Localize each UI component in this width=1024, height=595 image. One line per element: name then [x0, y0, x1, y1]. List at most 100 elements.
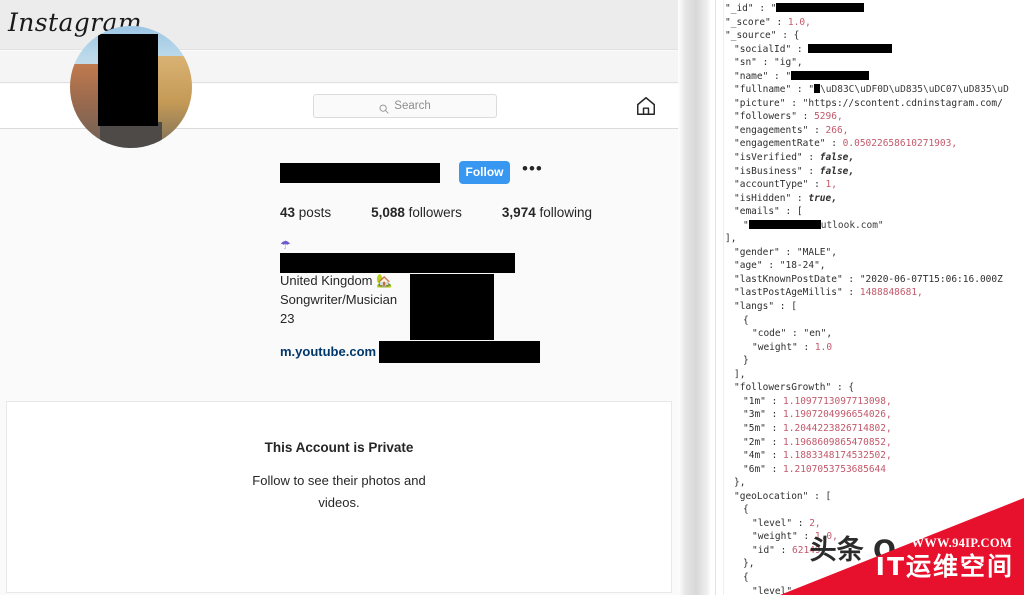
json-line: " utlook.com"	[711, 219, 1024, 233]
json-line: "geoLocation" : [	[711, 490, 1024, 504]
json-token: "2m" :	[743, 436, 784, 448]
search-input[interactable]: Search	[313, 94, 497, 118]
json-token: "_source" : {	[725, 30, 800, 42]
json-line: "socialId" :	[711, 43, 1024, 57]
json-token: 1.0,	[787, 16, 811, 28]
username-redaction-bar	[280, 163, 440, 183]
json-line: "4m" : 1.1883348174532502,	[711, 449, 1024, 463]
bio-redaction-bar-2	[410, 274, 494, 340]
avatar[interactable]	[70, 26, 192, 148]
browser-window: Instagram Search Follow ••• 43 posts 5,0…	[0, 0, 678, 595]
json-token: {	[743, 504, 749, 516]
json-token: ],	[734, 368, 746, 380]
home-icon[interactable]	[635, 95, 657, 117]
json-line: },	[711, 557, 1024, 571]
json-token: "langs" : [	[734, 301, 797, 313]
json-token: 266,	[825, 124, 849, 136]
profile-bio: ☂ United Kingdom 🏡 Songwriter/Musician 2…	[280, 236, 397, 328]
stat-posts-label: posts	[298, 205, 332, 220]
json-line: "emails" : [	[711, 205, 1024, 219]
json-line: "gender" : "MALE",	[711, 246, 1024, 260]
json-token: },	[743, 558, 755, 570]
json-line: ],	[711, 368, 1024, 382]
json-token: "emails" : [	[734, 206, 803, 218]
json-token: 2,	[809, 517, 821, 529]
json-token: "age" : "18-24",	[734, 260, 826, 272]
stat-following[interactable]: 3,974 following	[502, 205, 592, 220]
json-token: "isBusiness" :	[734, 165, 820, 177]
json-token: "weight" :	[752, 531, 815, 543]
json-token: 62149	[792, 544, 821, 556]
json-line: "level" : 2,	[711, 585, 1024, 595]
json-line: ],	[711, 232, 1024, 246]
json-line: "isVerified" : false,	[711, 151, 1024, 165]
json-line: "_id" : "	[711, 2, 1024, 16]
bio-external-link[interactable]: m.youtube.com	[280, 344, 376, 359]
json-line: "isHidden" : true,	[711, 192, 1024, 206]
json-token: "lastKnownPostDate" : "2020-06-07T15:06:…	[734, 273, 1003, 285]
json-response-panel[interactable]: "_id" : " "_score" : 1.0, "_source" : {"so…	[711, 0, 1024, 595]
json-token: "4m" :	[743, 450, 784, 462]
bio-emoji: ☂	[280, 238, 291, 252]
follow-button[interactable]: Follow	[459, 161, 510, 184]
json-line: "engagements" : 266,	[711, 124, 1024, 138]
private-account-subtitle: Follow to see their photos and videos.	[252, 473, 426, 510]
json-token: "code" : "en",	[752, 328, 833, 340]
profile-stats: 43 posts 5,088 followers 3,974 following	[280, 205, 592, 220]
json-token: "sn" : "ig",	[734, 57, 803, 69]
json-token: "6m" :	[743, 463, 784, 475]
json-line: "accountType" : 1,	[711, 178, 1024, 192]
json-token: "engagements" :	[734, 124, 826, 136]
stat-followers[interactable]: 5,088 followers	[371, 205, 462, 220]
json-line: "3m" : 1.1907204996654026,	[711, 408, 1024, 422]
bio-redaction-bar-3	[379, 341, 540, 363]
json-token: "weight" :	[752, 341, 815, 353]
json-token: "id" :	[752, 544, 793, 556]
json-line: {	[711, 571, 1024, 585]
json-line: },	[711, 476, 1024, 490]
json-token: "5m" :	[743, 422, 784, 434]
json-line: "6m" : 1.2107053753685644	[711, 463, 1024, 477]
json-token: "picture" : "https://scontent.cdninstagr…	[734, 97, 1003, 109]
json-token: "_id" : "	[725, 3, 777, 14]
stat-posts[interactable]: 43 posts	[280, 205, 331, 220]
json-line: "5m" : 1.2044223826714802,	[711, 422, 1024, 436]
json-token: {	[743, 571, 749, 583]
json-token: "isVerified" :	[734, 152, 820, 164]
json-token: 1,	[825, 179, 837, 191]
json-token: "isHidden" :	[734, 192, 809, 204]
json-line: "weight" : 1.0	[711, 341, 1024, 355]
bio-line-3: 23	[280, 311, 295, 326]
json-line: {	[711, 314, 1024, 328]
json-token: 2,	[809, 585, 821, 595]
json-token: "level" :	[752, 517, 810, 529]
json-token: true,	[808, 192, 837, 204]
json-token: "gender" : "MALE",	[734, 246, 837, 258]
json-token: "_score" :	[725, 16, 788, 28]
json-token: false,	[819, 165, 855, 177]
more-options-button[interactable]: •••	[522, 160, 546, 181]
json-redaction-bar	[748, 219, 821, 229]
json-redaction-bar	[776, 3, 865, 12]
private-account-title: This Account is Private	[264, 440, 414, 455]
json-token: 0.05022658610271903,	[842, 138, 958, 150]
json-line: "engagementRate" : 0.05022658610271903,	[711, 137, 1024, 151]
json-redaction-bar	[791, 70, 870, 80]
window-gutter	[678, 0, 711, 595]
json-line: "langs" : [	[711, 300, 1024, 314]
json-line: "code" : "en",	[711, 327, 1024, 341]
json-token: "level" :	[752, 585, 810, 595]
json-line: "lastPostAgeMillis" : 1488848681,	[711, 286, 1024, 300]
json-line: }	[711, 354, 1024, 368]
stat-posts-value: 43	[280, 205, 296, 220]
stat-followers-label: followers	[408, 205, 462, 220]
json-token: utlook.com"	[820, 219, 884, 231]
json-line: "lastKnownPostDate" : "2020-06-07T15:06:…	[711, 273, 1024, 287]
json-line: "followersGrowth" : {	[711, 381, 1024, 395]
json-line: "2m" : 1.1968609865470852,	[711, 436, 1024, 450]
json-token: "name" : "	[734, 70, 792, 82]
json-line: "isBusiness" : false,	[711, 165, 1024, 179]
json-line: "_score" : 1.0,	[711, 16, 1024, 30]
json-token: 1.1968609865470852,	[783, 436, 892, 448]
avatar-redaction-bar	[98, 34, 158, 126]
